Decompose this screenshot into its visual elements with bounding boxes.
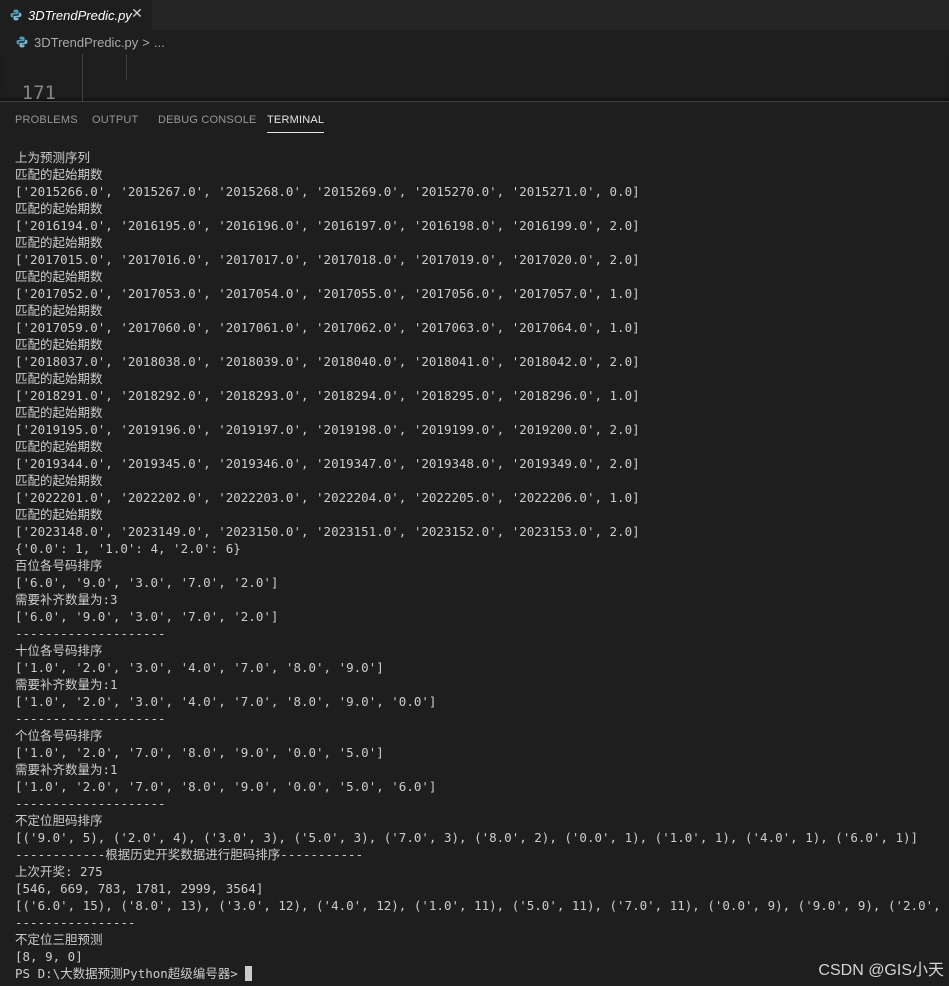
indent-guide	[126, 54, 127, 80]
terminal-line: 匹配的起始期数	[15, 439, 103, 454]
terminal-line: ['2022201.0', '2022202.0', '2022203.0', …	[15, 490, 640, 505]
python-file-icon	[10, 9, 22, 21]
terminal-line: ['1.0', '2.0', '3.0', '4.0', '7.0', '8.0…	[15, 660, 384, 675]
terminal-line: 匹配的起始期数	[15, 269, 103, 284]
terminal-line: ['2023148.0', '2023149.0', '2023150.0', …	[15, 524, 640, 539]
terminal-line: ----------------	[15, 915, 136, 930]
terminal-output[interactable]: 上为预测序列 匹配的起始期数 ['2015266.0', '2015267.0', …	[15, 149, 949, 982]
tab-problems[interactable]: PROBLEMS	[15, 114, 78, 126]
terminal-line: [('6.0', 15), ('8.0', 13), ('3.0', 12), …	[15, 898, 949, 913]
breadcrumb-file[interactable]: 3DTrendPredic.py	[34, 35, 138, 50]
terminal-line: ['2018037.0', '2018038.0', '2018039.0', …	[15, 354, 640, 369]
terminal-line: --------------------	[15, 796, 166, 811]
terminal-line: ['6.0', '9.0', '3.0', '7.0', '2.0']	[15, 609, 279, 624]
terminal-line: 匹配的起始期数	[15, 371, 103, 386]
terminal-line: [('9.0', 5), ('2.0', 4), ('3.0', 3), ('5…	[15, 830, 919, 845]
terminal-line: 匹配的起始期数	[15, 337, 103, 352]
bottom-panel: PROBLEMS OUTPUT DEBUG CONSOLE TERMINAL 上…	[0, 101, 949, 986]
terminal-line: 不定位胆码排序	[15, 813, 103, 828]
chevron-right-icon: >	[142, 34, 150, 50]
code-line: 171 preDic[str(i)]=cnt	[0, 54, 949, 101]
watermark: CSDN @GIS小天	[818, 962, 944, 979]
indent-guide	[82, 54, 83, 80]
breadcrumb: 3DTrendPredic.py > ...	[0, 30, 949, 54]
terminal-line: [8, 9, 0]	[15, 949, 83, 964]
terminal-prompt-line[interactable]: PS D:\大数据预测Python超级编号器>	[15, 965, 945, 982]
terminal-line: 上次开奖: 275	[15, 864, 103, 879]
terminal-line: ['6.0', '9.0', '3.0', '7.0', '2.0']	[15, 575, 279, 590]
terminal-line: 需要补齐数量为:1	[15, 677, 118, 692]
terminal-line: ['2017015.0', '2017016.0', '2017017.0', …	[15, 252, 640, 267]
terminal-line: 匹配的起始期数	[15, 167, 103, 182]
terminal-line: ['2015266.0', '2015267.0', '2015268.0', …	[15, 184, 640, 199]
terminal-line: {'0.0': 1, '1.0': 4, '2.0': 6}	[15, 541, 241, 556]
terminal-line: 十位各号码排序	[15, 643, 103, 658]
terminal-line: ['2017052.0', '2017053.0', '2017054.0', …	[15, 286, 640, 301]
tab-3dtrendpredic[interactable]: 3DTrendPredic.py ✕	[0, 0, 152, 30]
terminal-line: 匹配的起始期数	[15, 473, 103, 488]
terminal-prompt: PS D:\大数据预测Python超级编号器>	[15, 966, 238, 981]
code-line: 172 print(preDic)	[0, 80, 949, 101]
code-editor[interactable]: 171 preDic[str(i)]=cnt 172 print(preDic)	[0, 54, 949, 101]
terminal-line: ['1.0', '2.0', '3.0', '4.0', '7.0', '8.0…	[15, 694, 437, 709]
panel-tabs: PROBLEMS OUTPUT DEBUG CONSOLE TERMINAL	[0, 102, 949, 138]
terminal-line: --------------------	[15, 711, 166, 726]
terminal-line: ['1.0', '2.0', '7.0', '8.0', '9.0', '0.0…	[15, 779, 437, 794]
terminal-line: 匹配的起始期数	[15, 507, 103, 522]
close-icon[interactable]: ✕	[130, 7, 144, 21]
terminal-line: 匹配的起始期数	[15, 235, 103, 250]
terminal-line: 百位各号码排序	[15, 558, 103, 573]
terminal-line: ['1.0', '2.0', '7.0', '8.0', '9.0', '0.0…	[15, 745, 384, 760]
terminal-line: ['2017059.0', '2017060.0', '2017061.0', …	[15, 320, 640, 335]
terminal-line: [546, 669, 783, 1781, 2999, 3564]	[15, 881, 264, 896]
breadcrumb-more[interactable]: ...	[154, 35, 165, 50]
editor-tab-bar: 3DTrendPredic.py ✕	[0, 0, 949, 31]
terminal-line: 匹配的起始期数	[15, 405, 103, 420]
terminal-line: 上为预测序列	[15, 150, 91, 165]
terminal-cursor	[245, 966, 253, 981]
terminal-line: --------------------	[15, 626, 166, 641]
indent-guide	[82, 80, 83, 101]
terminal-line: ------------根据历史开奖数据进行胆码排序-----------	[15, 847, 364, 862]
terminal-line: ['2019195.0', '2019196.0', '2019197.0', …	[15, 422, 640, 437]
terminal-line: 个位各号码排序	[15, 728, 103, 743]
python-file-icon	[16, 36, 28, 48]
terminal-line: 不定位三胆预测	[15, 932, 103, 947]
terminal-line: ['2018291.0', '2018292.0', '2018293.0', …	[15, 388, 640, 403]
tab-output[interactable]: OUTPUT	[92, 114, 138, 126]
terminal-line: 需要补齐数量为:1	[15, 762, 118, 777]
terminal-line: 匹配的起始期数	[15, 303, 103, 318]
terminal-line: ['2019344.0', '2019345.0', '2019346.0', …	[15, 456, 640, 471]
tab-label: 3DTrendPredic.py	[28, 7, 132, 23]
tab-debug-console[interactable]: DEBUG CONSOLE	[158, 114, 257, 126]
terminal-line: 需要补齐数量为:3	[15, 592, 118, 607]
terminal-line: 匹配的起始期数	[15, 201, 103, 216]
terminal-line: ['2016194.0', '2016195.0', '2016196.0', …	[15, 218, 640, 233]
tab-terminal[interactable]: TERMINAL	[267, 114, 325, 133]
